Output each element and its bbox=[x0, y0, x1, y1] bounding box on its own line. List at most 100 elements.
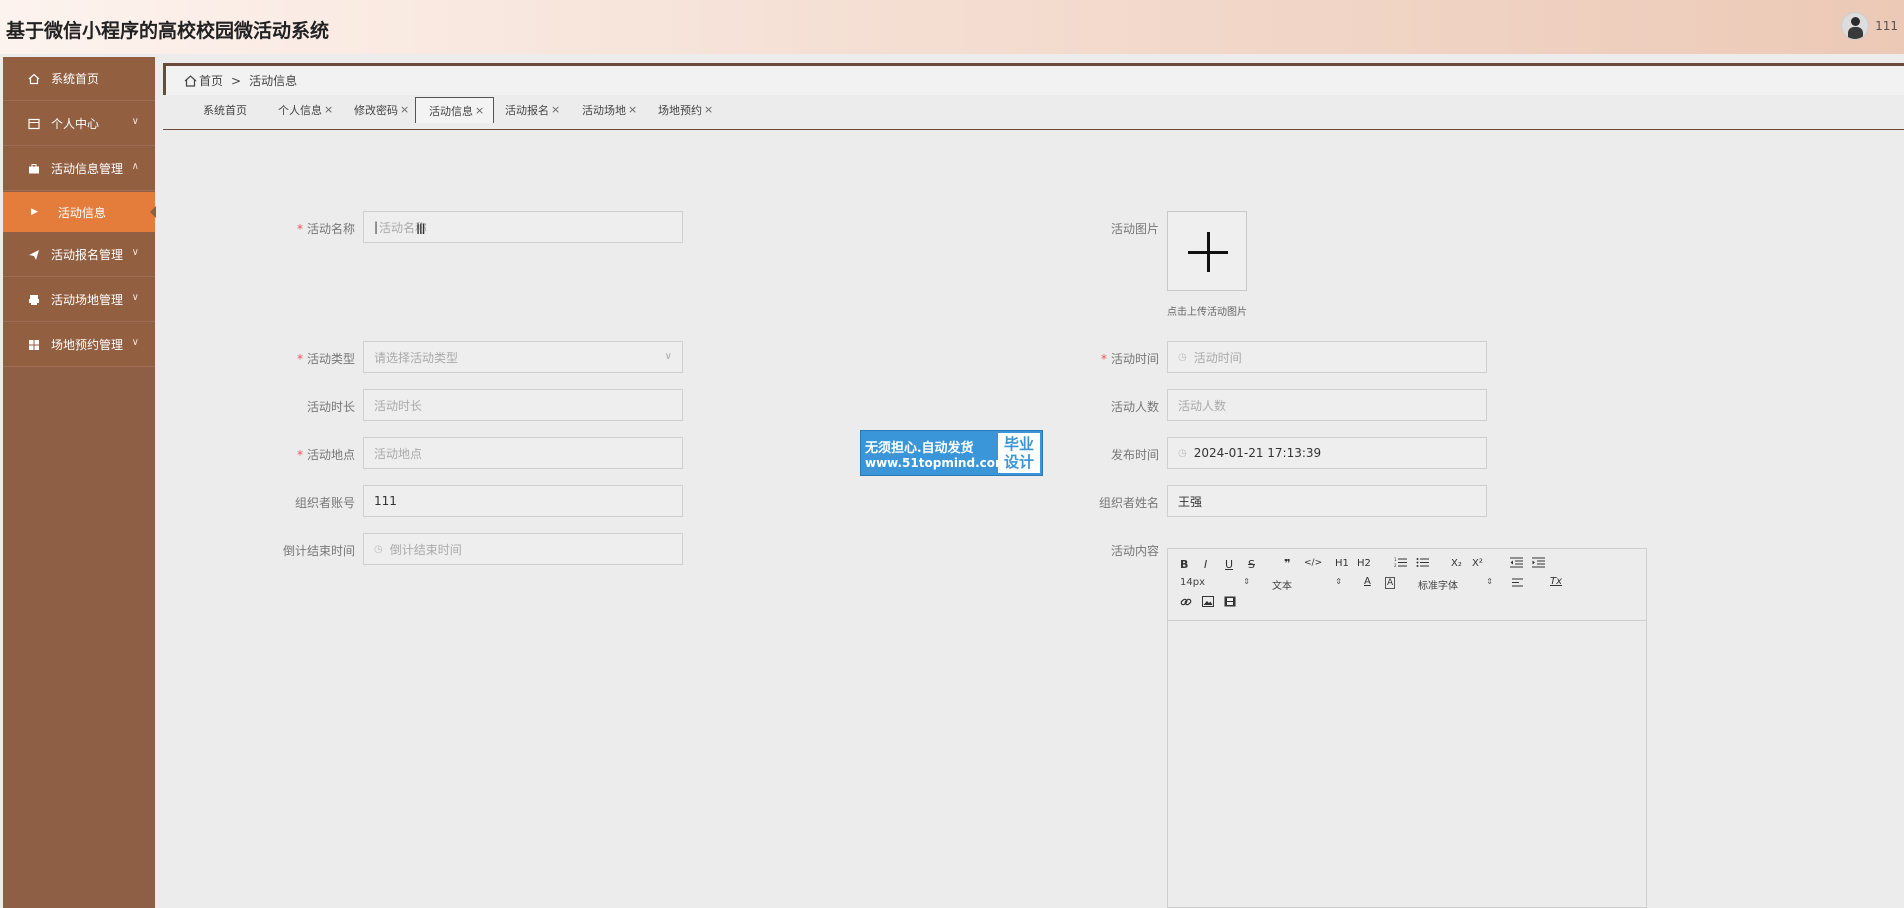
background-color-button[interactable]: A bbox=[1385, 577, 1396, 589]
subscript-button[interactable]: X₂ bbox=[1451, 558, 1462, 569]
caret-right-icon: ▶ bbox=[31, 207, 38, 217]
close-icon[interactable]: × bbox=[704, 103, 713, 116]
close-icon[interactable]: × bbox=[628, 103, 637, 116]
breadcrumb-separator: > bbox=[231, 73, 242, 88]
updown-arrow-icon: ⇕ bbox=[1243, 577, 1250, 586]
printer-icon bbox=[27, 293, 41, 307]
close-icon[interactable]: × bbox=[551, 103, 560, 116]
superscript-button[interactable]: X² bbox=[1472, 558, 1483, 569]
activity-people-input[interactable]: 活动人数 bbox=[1167, 389, 1487, 421]
watermark-right1: 毕业 bbox=[1003, 435, 1034, 453]
image-upload-button[interactable] bbox=[1167, 211, 1247, 291]
sidebar-item-label: 个人中心 bbox=[51, 117, 100, 131]
bold-button[interactable]: B bbox=[1180, 558, 1188, 571]
tab-label: 系统首页 bbox=[203, 103, 247, 117]
sidebar-item-activity-management[interactable]: 活动信息管理 ∧ bbox=[3, 147, 155, 191]
align-icon[interactable] bbox=[1512, 577, 1525, 591]
sidebar-item-label: 系统首页 bbox=[51, 72, 100, 86]
font-size-select[interactable]: 14px ⇕ bbox=[1180, 577, 1250, 588]
tab-label: 活动场地 bbox=[582, 103, 626, 117]
activity-content-label: 活动内容 bbox=[1110, 544, 1159, 558]
close-icon[interactable]: × bbox=[400, 103, 409, 116]
editor-toolbar: B I U S ❞ </> H1 H2 12 X₂ X² 14px ⇕ 文本 ⇕ A… bbox=[1168, 549, 1646, 621]
activity-location-label: * 活动地点 bbox=[296, 448, 355, 462]
upload-hint: 点击上传活动图片 bbox=[1167, 307, 1247, 318]
clock-icon: ◷ bbox=[1178, 447, 1187, 459]
sidebar-item-home[interactable]: 系统首页 bbox=[3, 57, 155, 101]
breadcrumb-home[interactable]: 首页 bbox=[184, 72, 223, 89]
chevron-down-icon: ∨ bbox=[131, 337, 139, 348]
activity-name-input[interactable]: | 活动名称 bbox=[363, 211, 683, 243]
h2-button[interactable]: H2 bbox=[1357, 558, 1371, 569]
countdown-end-label: 倒计结束时间 bbox=[282, 544, 355, 558]
sidebar-item-registration-management[interactable]: 活动报名管理 ∨ bbox=[3, 233, 155, 277]
video-icon[interactable] bbox=[1224, 596, 1236, 610]
bullet-list-icon[interactable] bbox=[1416, 557, 1429, 571]
chevron-down-icon: ∨ bbox=[131, 247, 139, 258]
breadcrumb-home-label: 首页 bbox=[199, 74, 224, 88]
send-icon bbox=[27, 248, 41, 262]
tab-personal-info[interactable]: 个人信息 × bbox=[272, 97, 339, 122]
activity-time-input[interactable]: ◷ 活动时间 bbox=[1167, 341, 1487, 373]
chevron-down-icon: ∨ bbox=[664, 351, 672, 362]
close-icon[interactable]: × bbox=[475, 104, 484, 117]
sidebar-item-label: 活动场地管理 bbox=[51, 293, 124, 307]
font-family-select[interactable]: 标准字体 ⇕ bbox=[1418, 577, 1493, 592]
image-icon[interactable] bbox=[1202, 596, 1214, 610]
chevron-down-icon: ∨ bbox=[131, 116, 139, 127]
blockquote-button[interactable]: ❞ bbox=[1284, 557, 1290, 570]
breadcrumb-bar: 首页 > 活动信息 bbox=[163, 63, 1904, 95]
watermark-line1: 无须担心.自动发货 bbox=[865, 440, 974, 456]
tab-home[interactable]: 系统首页 bbox=[197, 97, 253, 122]
countdown-end-input[interactable]: ◷ 倒计结束时间 bbox=[363, 533, 683, 565]
tab-bar: 系统首页 个人信息 × 修改密码 × 活动信息 × 活动报名 × 活动场地 × 场地预约 × bbox=[163, 96, 1904, 130]
clear-format-button[interactable]: Tx bbox=[1550, 576, 1562, 587]
sidebar-item-venue-management[interactable]: 活动场地管理 ∨ bbox=[3, 278, 155, 322]
underline-button[interactable]: U bbox=[1225, 558, 1233, 571]
ordered-list-icon[interactable]: 12 bbox=[1394, 557, 1407, 571]
home-icon bbox=[184, 74, 197, 87]
updown-arrow-icon: ⇕ bbox=[1486, 577, 1493, 586]
app-title: 基于微信小程序的高校校园微活动系统 bbox=[6, 20, 330, 42]
tab-activity-info[interactable]: 活动信息 × bbox=[415, 97, 495, 123]
close-icon[interactable]: × bbox=[324, 103, 333, 116]
sidebar-item-label: 场地预约管理 bbox=[51, 338, 124, 352]
breadcrumb: 首页 > 活动信息 bbox=[184, 72, 297, 89]
link-icon[interactable] bbox=[1180, 596, 1192, 611]
avatar[interactable] bbox=[1841, 12, 1870, 40]
activity-type-select[interactable]: 请选择活动类型 ∨ bbox=[363, 341, 683, 373]
sidebar-item-profile[interactable]: 个人中心 ∨ bbox=[3, 102, 155, 146]
indent-icon[interactable] bbox=[1532, 557, 1545, 571]
chevron-up-icon: ∧ bbox=[131, 161, 139, 172]
publish-time-input[interactable]: ◷ 2024-01-21 17:13:39 bbox=[1167, 437, 1487, 469]
organizer-account-input[interactable]: 111 bbox=[363, 485, 683, 517]
sidebar-item-booking-management[interactable]: 场地预约管理 ∨ bbox=[3, 323, 155, 367]
outdent-icon[interactable] bbox=[1510, 557, 1523, 571]
briefcase-icon bbox=[27, 162, 41, 176]
tab-change-password[interactable]: 修改密码 × bbox=[348, 97, 415, 122]
activity-duration-input[interactable]: 活动时长 bbox=[363, 389, 683, 421]
italic-button[interactable]: I bbox=[1204, 558, 1207, 571]
tab-label: 活动信息 bbox=[429, 104, 473, 118]
strike-button[interactable]: S bbox=[1248, 558, 1255, 571]
organizer-name-input[interactable]: 王强 bbox=[1167, 485, 1487, 517]
header-select[interactable]: 文本 ⇕ bbox=[1272, 577, 1342, 592]
sidebar-item-label: 活动信息 bbox=[57, 205, 106, 220]
user-area[interactable]: 111 bbox=[1841, 12, 1898, 40]
user-name[interactable]: 111 bbox=[1875, 19, 1898, 33]
h1-button[interactable]: H1 bbox=[1335, 558, 1349, 569]
sidebar-subitem-activity-info[interactable]: ▶ 活动信息 bbox=[3, 192, 156, 232]
tab-registration[interactable]: 活动报名 × bbox=[499, 97, 566, 122]
activity-duration-label: 活动时长 bbox=[306, 400, 355, 414]
code-block-button[interactable]: </> bbox=[1304, 558, 1322, 568]
text-cursor-icon: Ⅲ bbox=[416, 222, 426, 238]
activity-location-input[interactable]: 活动地点 bbox=[363, 437, 683, 469]
tab-venue[interactable]: 活动场地 × bbox=[576, 97, 643, 122]
font-color-button[interactable]: A bbox=[1364, 576, 1371, 587]
updown-arrow-icon: ⇕ bbox=[1335, 577, 1342, 586]
home-icon bbox=[27, 72, 41, 86]
activity-time-label: * 活动时间 bbox=[1100, 352, 1159, 366]
rich-text-editor[interactable]: B I U S ❞ </> H1 H2 12 X₂ X² 14px ⇕ 文本 ⇕ A… bbox=[1167, 548, 1647, 908]
tab-booking[interactable]: 场地预约 × bbox=[652, 97, 719, 122]
grid-icon bbox=[27, 338, 41, 352]
